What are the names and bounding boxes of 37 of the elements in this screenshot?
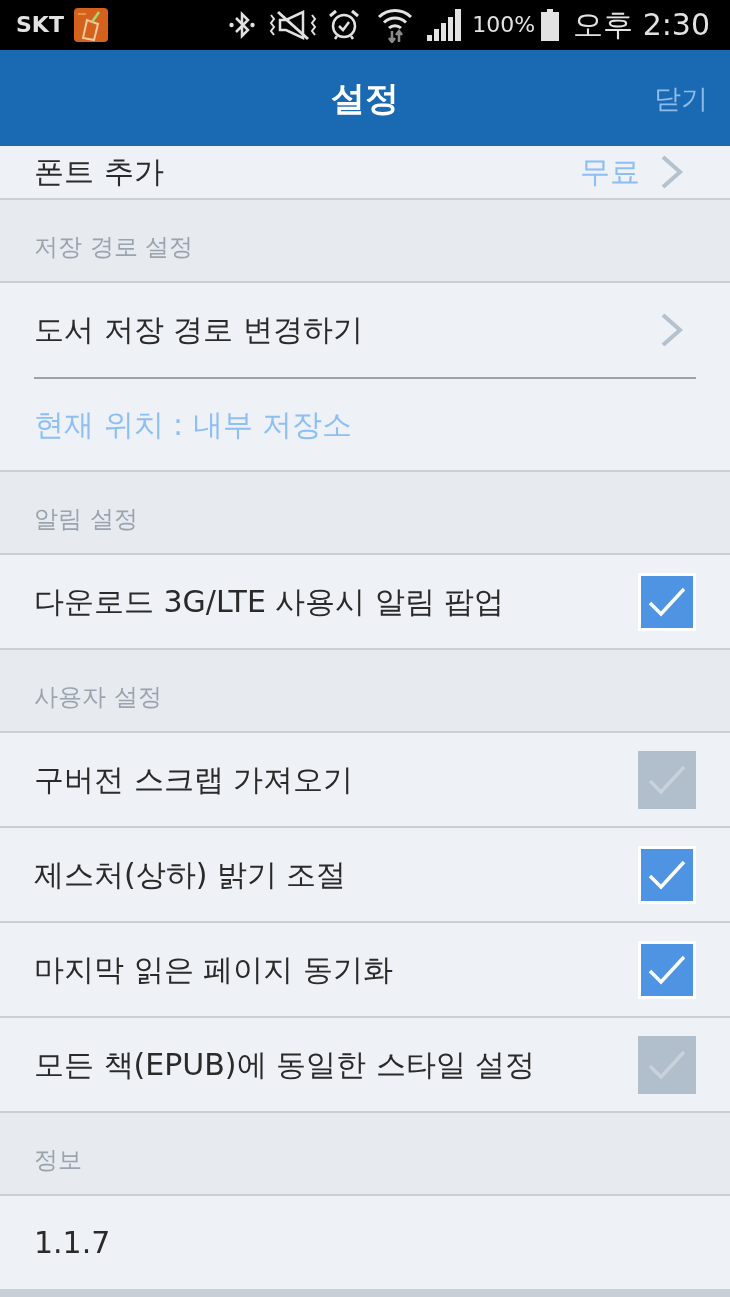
setting-label: 구버전 스크랩 가져오기 bbox=[34, 760, 354, 799]
settings-row[interactable]: 제스처(상하) 밝기 조절 bbox=[0, 828, 730, 923]
checkmark-icon bbox=[648, 954, 686, 985]
signal-strength-icon bbox=[427, 9, 462, 41]
chevron-right-icon bbox=[660, 312, 684, 348]
setting-label: 다운로드 3G/LTE 사용시 알림 팝업 bbox=[34, 582, 505, 621]
settings-row[interactable]: 마지막 읽은 페이지 동기화 bbox=[0, 923, 730, 1018]
app-notification-icon bbox=[73, 8, 108, 42]
setting-label: 제스처(상하) 밝기 조절 bbox=[34, 855, 347, 894]
section-title: 저장 경로 설정 bbox=[34, 234, 194, 259]
alarm-clock-icon bbox=[328, 9, 361, 41]
storage-location-text: 현재 위치 : 내부 저장소 bbox=[34, 405, 353, 444]
version-text: 1.1.7 bbox=[34, 1223, 111, 1262]
setting-label: 폰트 추가 bbox=[34, 153, 164, 191]
section-title: 사용자 설정 bbox=[34, 684, 162, 709]
vibrate-mute-icon bbox=[269, 9, 318, 41]
setting-label: 도서 저장 경로 변경하기 bbox=[34, 311, 363, 349]
settings-row[interactable]: 다운로드 3G/LTE 사용시 알림 팝업 bbox=[0, 555, 730, 650]
checkmark-icon bbox=[648, 859, 686, 890]
checkmark-icon bbox=[648, 764, 686, 795]
chevron-right-icon bbox=[660, 154, 684, 190]
price-label: 무료 bbox=[580, 153, 640, 191]
battery-percent: 100% bbox=[472, 14, 536, 36]
clock-time: 오후 2:30 bbox=[573, 10, 710, 40]
screen-title: 설정 bbox=[331, 81, 399, 115]
bluetooth-icon bbox=[229, 9, 256, 41]
setting-label: 모든 책(EPUB)에 동일한 스타일 설정 bbox=[34, 1045, 536, 1084]
settings-row[interactable]: 도서 저장 경로 변경하기 bbox=[0, 283, 730, 377]
section-title: 정보 bbox=[34, 1147, 82, 1172]
setting-label: 마지막 읽은 페이지 동기화 bbox=[34, 950, 393, 989]
section-title: 알림 설정 bbox=[34, 506, 138, 531]
checkmark-icon bbox=[648, 586, 686, 617]
carrier-name: SKT bbox=[16, 14, 64, 36]
checkmark-icon bbox=[648, 1049, 686, 1080]
settings-row[interactable]: 폰트 추가 무료 bbox=[0, 146, 730, 200]
battery-icon bbox=[541, 9, 560, 41]
wifi-icon bbox=[377, 7, 414, 43]
